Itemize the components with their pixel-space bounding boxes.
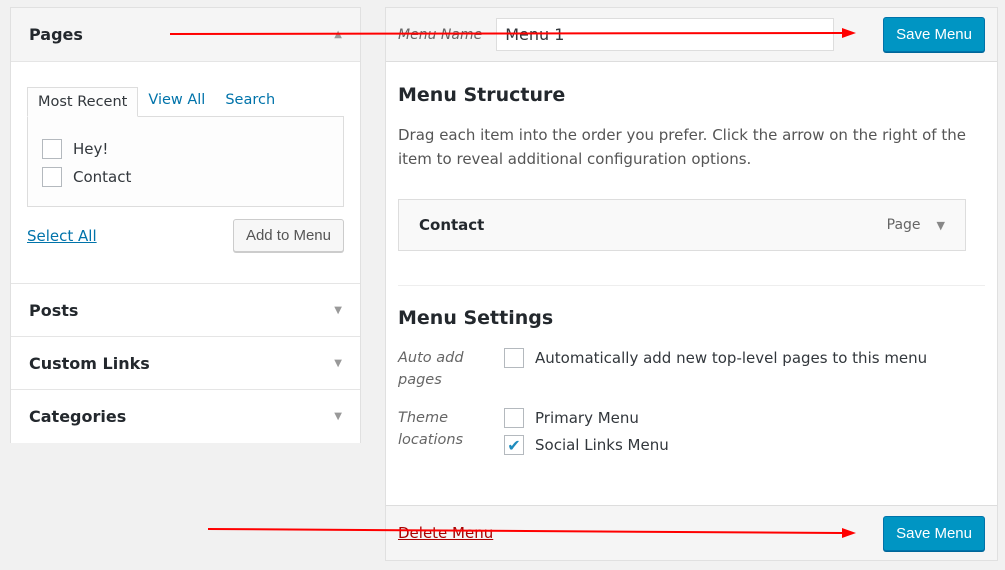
auto-add-option[interactable]: Automatically add new top-level pages to…: [504, 348, 927, 368]
auto-add-label: Auto add pages: [398, 350, 464, 388]
section-title: Categories: [29, 407, 127, 426]
menu-edit-panel: Menu Name Save Menu Menu Structure Drag …: [385, 7, 998, 561]
option-label: Social Links Menu: [535, 436, 669, 454]
section-title: Posts: [29, 300, 79, 320]
posts-section-header[interactable]: Posts ▼: [11, 284, 360, 337]
menu-item-title: Contact: [419, 216, 485, 234]
tab-search[interactable]: Search: [215, 86, 285, 116]
checkbox-checked[interactable]: ✔: [504, 435, 524, 455]
checkbox[interactable]: [42, 139, 62, 159]
pages-tabs: Most Recent View All Search: [27, 86, 344, 117]
expand-arrow-icon[interactable]: ▼: [937, 219, 945, 232]
divider: [398, 285, 985, 286]
pages-list: Hey! Contact: [27, 116, 344, 207]
custom-links-section-header[interactable]: Custom Links ▼: [11, 337, 360, 390]
section-title: Custom Links: [29, 353, 150, 373]
collapse-arrow-icon[interactable]: ▲: [334, 29, 342, 40]
delete-menu-link[interactable]: Delete Menu: [398, 524, 493, 542]
pages-title: Pages: [29, 25, 83, 44]
page-label: Hey!: [73, 140, 109, 158]
location-primary-menu[interactable]: Primary Menu: [504, 408, 639, 428]
page-label: Contact: [73, 168, 132, 186]
list-item[interactable]: Hey!: [42, 135, 329, 163]
checkbox[interactable]: [504, 348, 524, 368]
expand-arrow-icon[interactable]: ▼: [334, 411, 342, 422]
menu-settings-title: Menu Settings: [398, 307, 554, 329]
option-label: Automatically add new top-level pages to…: [535, 349, 928, 367]
menu-structure-description: Drag each item into the order you prefer…: [398, 126, 966, 168]
menu-item-type: Page: [886, 217, 921, 233]
menu-footer: Delete Menu Save Menu: [386, 505, 997, 560]
menu-header: Menu Name Save Menu: [386, 8, 997, 62]
select-all-link[interactable]: Select All: [27, 227, 97, 245]
add-menu-items-panel: Pages ▲ Most Recent View All Search Hey! …: [10, 7, 361, 443]
pages-section-body: Most Recent View All Search Hey! Contact…: [11, 62, 360, 284]
save-menu-button-bottom[interactable]: Save Menu: [883, 515, 985, 551]
add-to-menu-button[interactable]: Add to Menu: [232, 219, 344, 252]
expand-arrow-icon[interactable]: ▼: [334, 305, 342, 316]
checkbox[interactable]: [504, 408, 524, 428]
option-label: Primary Menu: [535, 409, 639, 427]
tab-view-all[interactable]: View All: [138, 86, 215, 116]
checkbox[interactable]: [42, 167, 62, 187]
tab-most-recent[interactable]: Most Recent: [27, 87, 139, 117]
location-social-links-menu[interactable]: ✔ Social Links Menu: [504, 435, 669, 455]
pages-section-header[interactable]: Pages ▲: [11, 8, 360, 62]
menu-structure-title: Menu Structure: [398, 84, 566, 106]
menu-name-input[interactable]: [496, 18, 835, 51]
expand-arrow-icon[interactable]: ▼: [334, 358, 342, 369]
menu-name-label: Menu Name: [398, 26, 483, 43]
categories-section-header[interactable]: Categories ▼: [11, 390, 360, 443]
menu-item-contact[interactable]: Contact Page ▼: [398, 199, 966, 251]
save-menu-button[interactable]: Save Menu: [883, 17, 985, 52]
theme-locations-label: Theme locations: [398, 410, 464, 448]
list-item[interactable]: Contact: [42, 163, 329, 191]
